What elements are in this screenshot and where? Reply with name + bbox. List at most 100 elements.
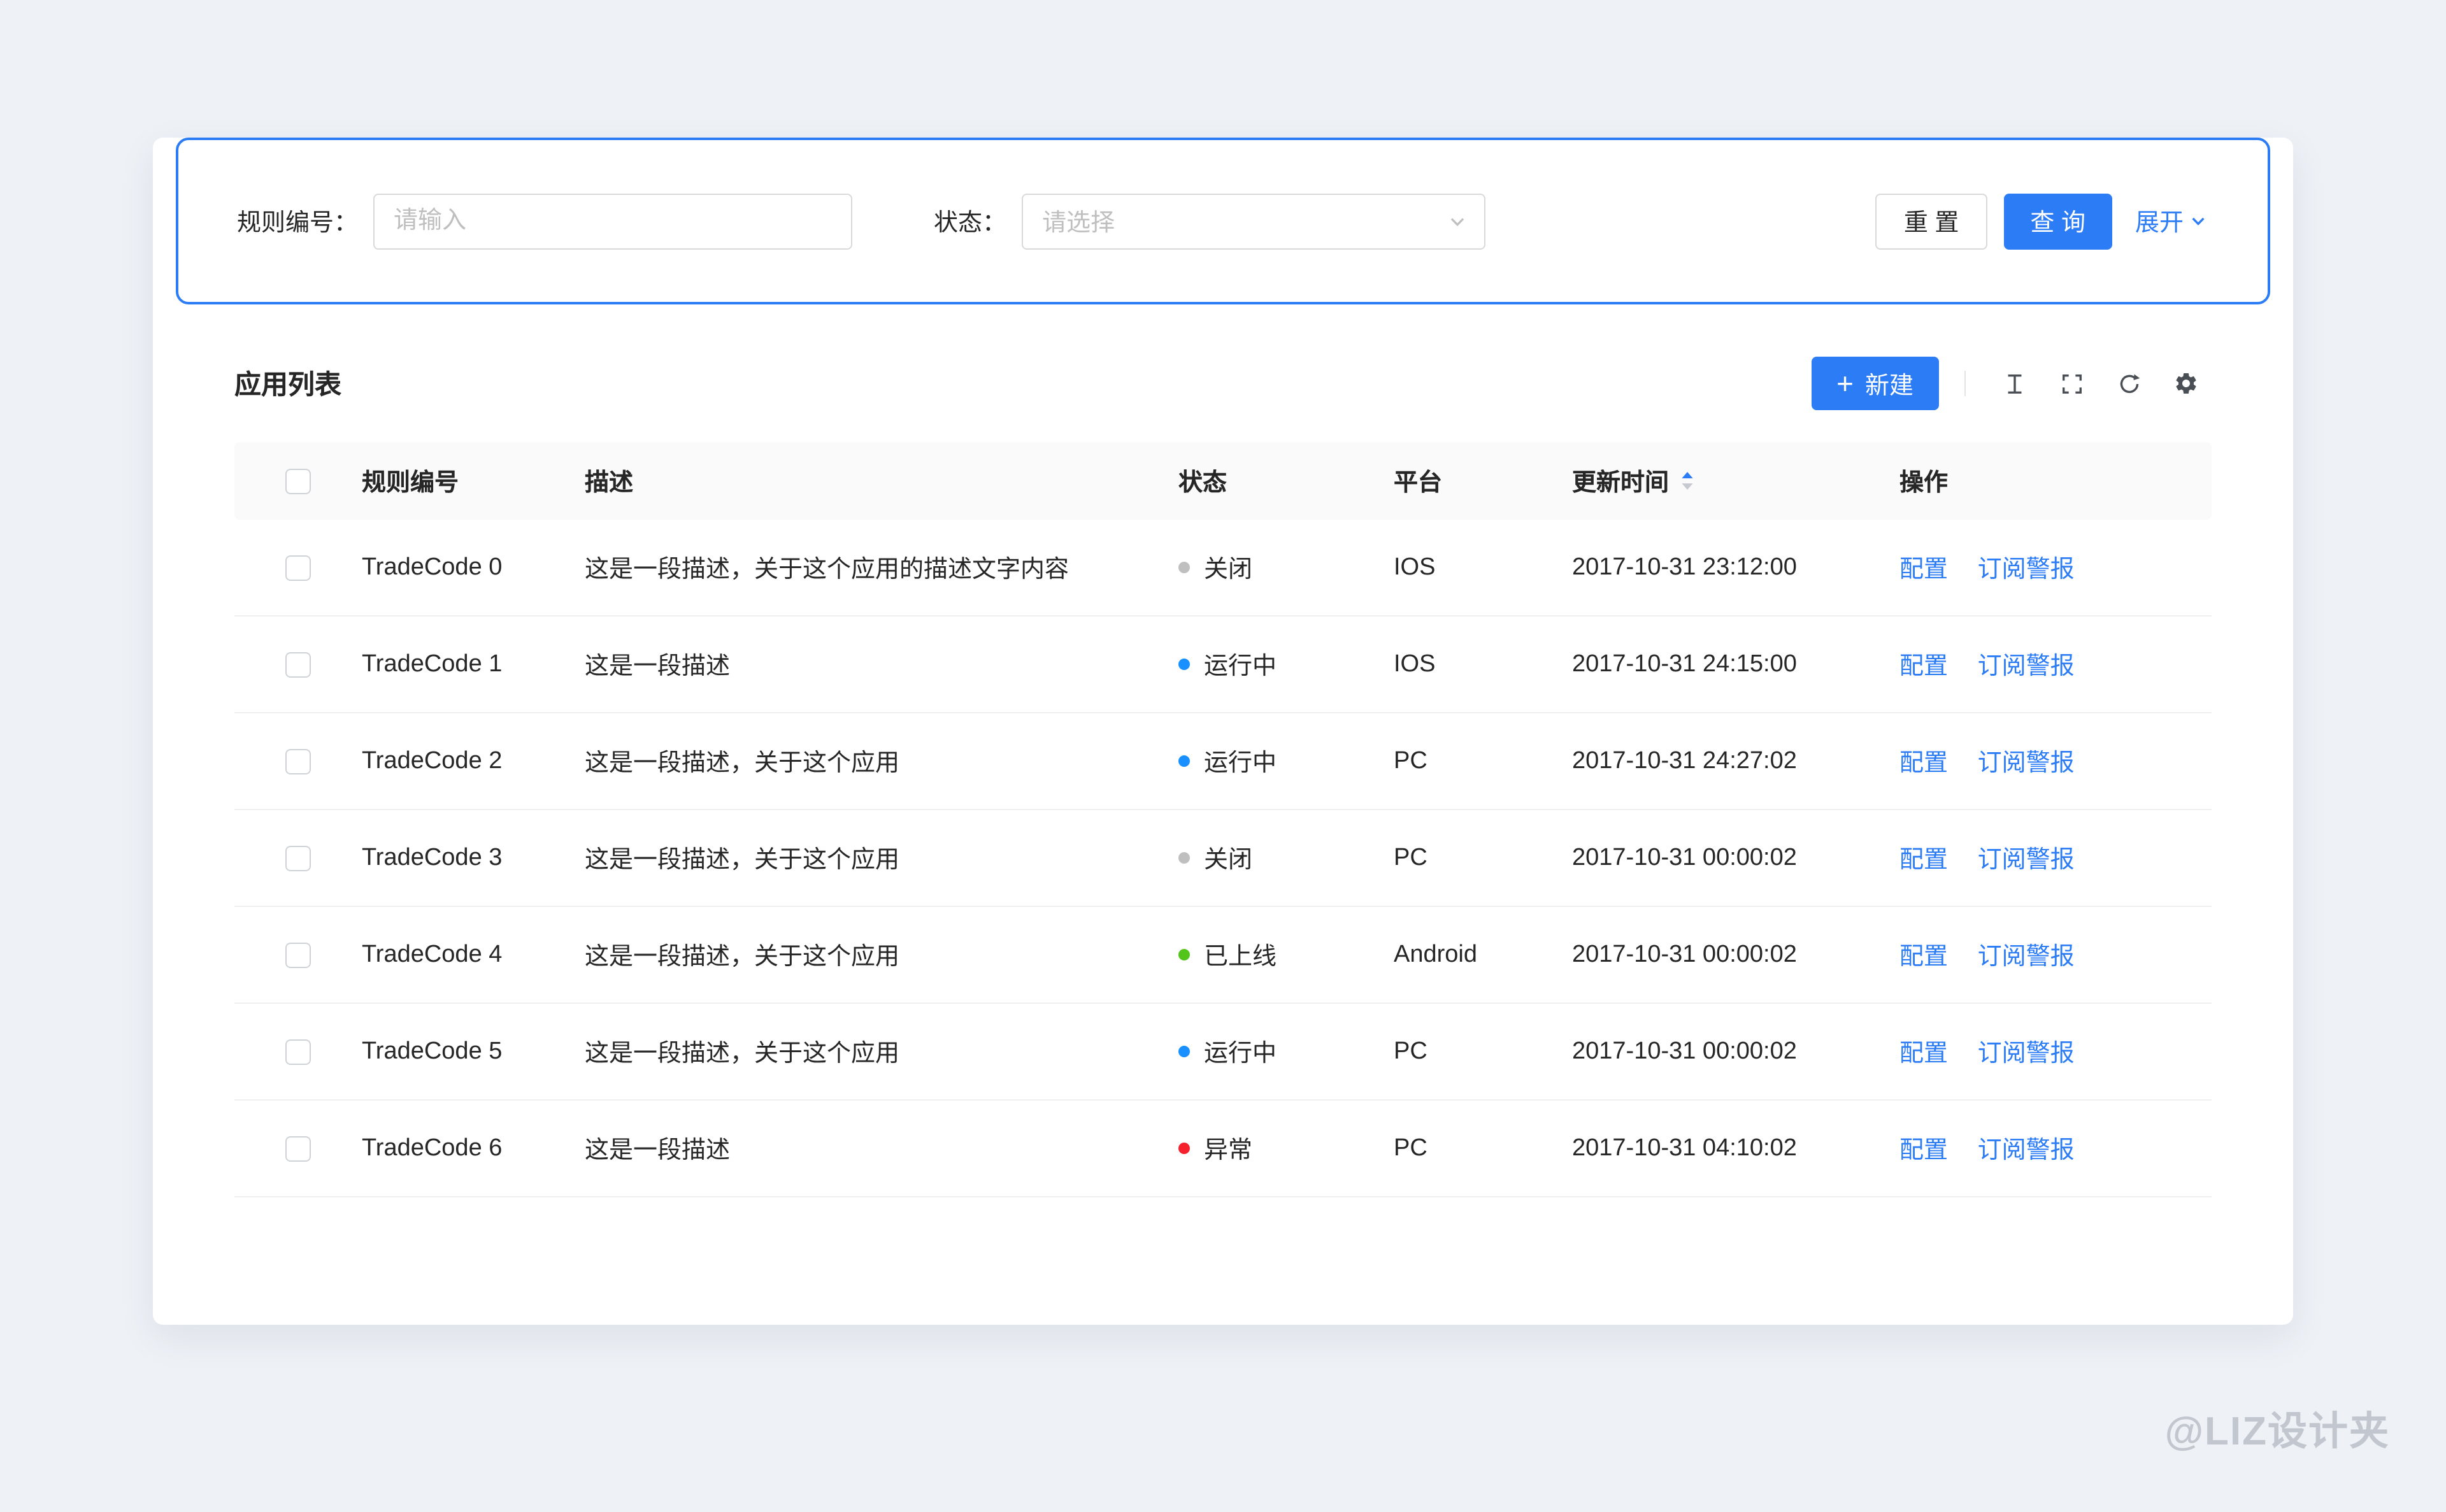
table-row: TradeCode 5 这是一段描述，关于这个应用 运行中 PC 2017-10… — [234, 1004, 2212, 1101]
row-checkbox[interactable] — [285, 1039, 311, 1064]
cell-time: 2017-10-31 00:00:02 — [1572, 941, 1797, 967]
status-text: 关闭 — [1204, 847, 1253, 874]
cell-actions: 配置 订阅警报 — [1899, 841, 2212, 875]
row-checkbox[interactable] — [285, 942, 311, 967]
config-link[interactable]: 配置 — [1899, 750, 1948, 777]
status-text: 运行中 — [1204, 750, 1277, 777]
subscribe-link[interactable]: 订阅警报 — [1978, 557, 2075, 583]
cell-code: TradeCode 1 — [362, 650, 503, 677]
cell-desc: 这是一段描述，关于这个应用 — [585, 847, 900, 874]
cell-desc: 这是一段描述 — [585, 1138, 731, 1164]
header-platform: 平台 — [1394, 470, 1443, 497]
config-link[interactable]: 配置 — [1899, 1138, 1948, 1164]
cell-actions: 配置 订阅警报 — [1899, 1131, 2212, 1166]
status-text: 已上线 — [1204, 944, 1277, 971]
page-title: 应用列表 — [234, 371, 341, 400]
cell-actions: 配置 订阅警报 — [1899, 938, 2212, 972]
cell-time: 2017-10-31 24:27:02 — [1572, 747, 1797, 774]
subscribe-link[interactable]: 订阅警报 — [1978, 750, 2075, 777]
status-text: 关闭 — [1204, 557, 1253, 583]
status-dot — [1178, 1046, 1190, 1057]
row-checkbox[interactable] — [285, 748, 311, 774]
cell-platform: PC — [1394, 747, 1427, 774]
cell-status: 运行中 — [1178, 1034, 1394, 1069]
filter-actions: 重 置 查 询 展开 — [1875, 193, 2206, 249]
cell-desc: 这是一段描述，关于这个应用 — [585, 944, 900, 971]
cell-time: 2017-10-31 04:10:02 — [1572, 1134, 1797, 1161]
cell-actions: 配置 订阅警报 — [1899, 1034, 2212, 1069]
cell-platform: PC — [1394, 844, 1427, 871]
config-link[interactable]: 配置 — [1899, 944, 1948, 971]
density-icon[interactable] — [1989, 358, 2040, 409]
cell-status: 运行中 — [1178, 647, 1394, 681]
fullscreen-icon[interactable] — [2046, 358, 2097, 409]
cell-desc: 这是一段描述，关于这个应用 — [585, 1041, 900, 1067]
config-link[interactable]: 配置 — [1899, 847, 1948, 874]
new-button[interactable]: + 新建 — [1811, 357, 1939, 410]
table-row: TradeCode 6 这是一段描述 异常 PC 2017-10-31 04:1… — [234, 1101, 2212, 1197]
status-text: 运行中 — [1204, 653, 1277, 680]
table-header-row: 规则编号 描述 状态 平台 更新时间 操作 — [234, 442, 2212, 520]
table-toolbar: + 新建 — [1811, 357, 2212, 410]
cell-platform: PC — [1394, 1038, 1427, 1064]
header-status: 状态 — [1178, 470, 1227, 497]
cell-code: TradeCode 4 — [362, 941, 503, 967]
config-link[interactable]: 配置 — [1899, 653, 1948, 680]
status-dot — [1178, 852, 1190, 864]
cell-time: 2017-10-31 00:00:02 — [1572, 1038, 1797, 1064]
cell-code: TradeCode 3 — [362, 844, 503, 871]
subscribe-link[interactable]: 订阅警报 — [1978, 1041, 2075, 1067]
toolbar-divider — [1964, 371, 1966, 396]
config-link[interactable]: 配置 — [1899, 557, 1948, 583]
status-select[interactable]: 请选择 — [1022, 193, 1486, 249]
status-dot — [1178, 949, 1190, 960]
header-action: 操作 — [1899, 470, 1949, 497]
subscribe-link[interactable]: 订阅警报 — [1978, 847, 2075, 874]
status-dot — [1178, 755, 1190, 767]
row-checkbox[interactable] — [285, 1136, 311, 1161]
expand-label: 展开 — [2135, 210, 2184, 237]
rule-no-label: 规则编号： — [237, 210, 359, 237]
subscribe-link[interactable]: 订阅警报 — [1978, 1138, 2075, 1164]
cell-platform: IOS — [1394, 553, 1436, 580]
table-body: TradeCode 0 这是一段描述，关于这个应用的描述文字内容 关闭 IOS … — [234, 520, 2212, 1197]
sort-carets-icon[interactable] — [1680, 471, 1694, 490]
header-time[interactable]: 更新时间 — [1572, 464, 1899, 498]
cell-desc: 这是一段描述 — [585, 653, 731, 680]
row-checkbox[interactable] — [285, 555, 311, 580]
chevron-down-icon — [2190, 213, 2206, 229]
header-code: 规则编号 — [362, 470, 459, 497]
table-row: TradeCode 3 这是一段描述，关于这个应用 关闭 PC 2017-10-… — [234, 810, 2212, 907]
status-text: 异常 — [1204, 1138, 1253, 1164]
cell-actions: 配置 订阅警报 — [1899, 550, 2212, 585]
cell-time: 2017-10-31 00:00:02 — [1572, 844, 1797, 871]
status-label: 状态： — [934, 210, 1007, 237]
reset-button[interactable]: 重 置 — [1875, 193, 1987, 249]
cell-desc: 这是一段描述，关于这个应用的描述文字内容 — [585, 557, 1069, 583]
plus-icon: + — [1836, 366, 1854, 399]
row-checkbox[interactable] — [285, 652, 311, 677]
subscribe-link[interactable]: 订阅警报 — [1978, 944, 2075, 971]
query-button[interactable]: 查 询 — [2003, 193, 2112, 249]
cell-status: 已上线 — [1178, 938, 1394, 972]
page: 规则编号： 状态： 请选择 重 置 查 询 展开 — [0, 0, 2446, 1512]
expand-toggle[interactable]: 展开 — [2135, 204, 2206, 238]
table-row: TradeCode 2 这是一段描述，关于这个应用 运行中 PC 2017-10… — [234, 713, 2212, 810]
table-row: TradeCode 1 这是一段描述 运行中 IOS 2017-10-31 24… — [234, 617, 2212, 713]
cell-actions: 配置 订阅警报 — [1899, 647, 2212, 681]
status-text: 运行中 — [1204, 1041, 1277, 1067]
config-link[interactable]: 配置 — [1899, 1041, 1948, 1067]
status-select-placeholder: 请选择 — [1042, 210, 1115, 237]
row-checkbox[interactable] — [285, 845, 311, 871]
select-all-checkbox[interactable] — [285, 468, 311, 494]
cell-code: TradeCode 2 — [362, 747, 503, 774]
settings-icon[interactable] — [2161, 358, 2212, 409]
rule-no-input[interactable] — [373, 193, 853, 249]
subscribe-link[interactable]: 订阅警报 — [1978, 653, 2075, 680]
table-row: TradeCode 0 这是一段描述，关于这个应用的描述文字内容 关闭 IOS … — [234, 520, 2212, 617]
watermark: @LIZ设计夹 — [2164, 1409, 2390, 1453]
cell-actions: 配置 订阅警报 — [1899, 744, 2212, 778]
main-card: 规则编号： 状态： 请选择 重 置 查 询 展开 — [153, 138, 2293, 1325]
reload-icon[interactable] — [2103, 358, 2154, 409]
list-header-bar: 应用列表 + 新建 — [234, 353, 2212, 414]
